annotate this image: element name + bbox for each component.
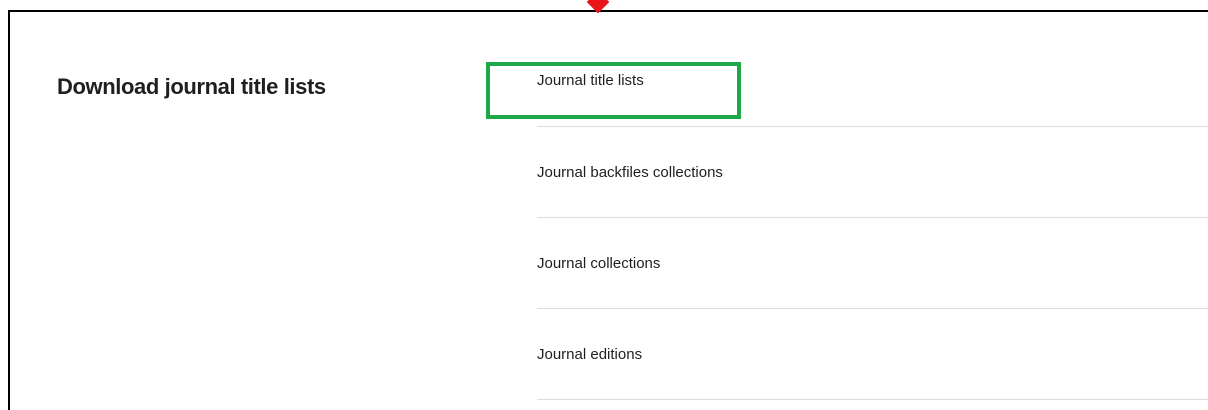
link-label[interactable]: Journal title lists [537, 72, 644, 89]
link-journal-collections[interactable]: Journal collections [537, 218, 1208, 309]
link-journal-editions[interactable]: Journal editions [537, 309, 1208, 400]
link-journal-backfiles-collections[interactable]: Journal backfiles collections [537, 127, 1208, 218]
section-title: Download journal title lists [57, 74, 326, 99]
link-label[interactable]: Journal collections [537, 255, 660, 272]
link-label[interactable]: Journal backfiles collections [537, 164, 723, 181]
link-label[interactable]: Journal editions [537, 346, 642, 363]
title-list-links: Journal title lists Journal backfiles co… [537, 35, 1208, 400]
link-journal-title-lists[interactable]: Journal title lists [537, 35, 1208, 127]
